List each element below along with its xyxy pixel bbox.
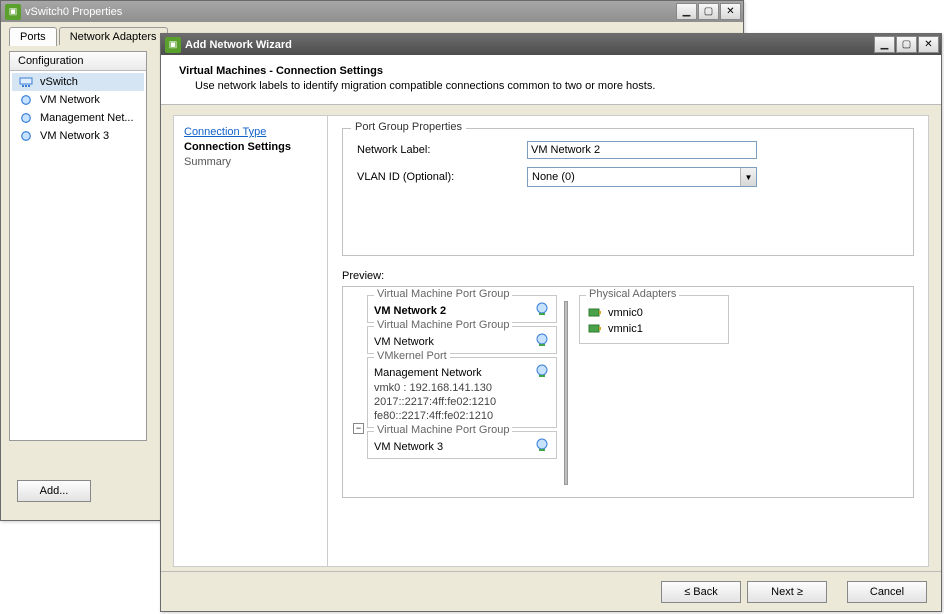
configuration-panel: Configuration vSwitch VM Network (9, 51, 147, 441)
vlan-id-select[interactable]: None (0) ▼ (527, 167, 757, 187)
configuration-header: Configuration (10, 52, 146, 71)
config-item-vm-network[interactable]: VM Network (12, 91, 144, 109)
wizard-minimize-button[interactable]: ▁ (874, 36, 895, 53)
portgroup-icon (18, 93, 34, 107)
step-connection-settings: Connection Settings (184, 141, 317, 153)
properties-maximize-button[interactable]: ▢ (698, 3, 719, 20)
vmk-address: 2017::2217:4ff:fe02:1210 (374, 395, 550, 409)
properties-minimize-button[interactable]: ▁ (676, 3, 697, 20)
tab-ports[interactable]: Ports (9, 27, 57, 46)
config-item-vswitch[interactable]: vSwitch (12, 73, 144, 91)
step-connection-type[interactable]: Connection Type (184, 126, 317, 138)
config-item-vm-network-3[interactable]: VM Network 3 (12, 127, 144, 145)
wizard-footer: ≤ Back Next ≥ Cancel (161, 571, 941, 611)
portgroup-icon (18, 111, 34, 125)
step-summary: Summary (184, 156, 317, 168)
cancel-button[interactable]: Cancel (847, 581, 927, 603)
vmk-address: fe80::2217:4ff:fe02:1210 (374, 409, 550, 423)
properties-titlebar: ▣ vSwitch0 Properties ▁ ▢ ✕ (1, 1, 743, 22)
preview-portgroups-column: Virtual Machine Port Group VM Network 2 … (367, 295, 557, 489)
wizard-page-header: Virtual Machines - Connection Settings U… (161, 55, 941, 105)
globe-icon (534, 437, 550, 453)
tab-network-adapters[interactable]: Network Adapters (59, 27, 168, 46)
wizard-page-description: Use network labels to identify migration… (179, 80, 923, 92)
port-group-legend: Port Group Properties (351, 121, 466, 133)
wizard-page-title: Virtual Machines - Connection Settings (179, 65, 923, 77)
wizard-step-list: Connection Type Connection Settings Summ… (173, 115, 328, 567)
preview-portgroup-vm-network-3: Virtual Machine Port Group VM Network 3 (367, 431, 557, 459)
globe-icon (534, 301, 550, 317)
physical-adapter-row: vmnic1 (588, 321, 720, 337)
configuration-list: vSwitch VM Network Management Net... (10, 71, 146, 147)
next-button[interactable]: Next ≥ (747, 581, 827, 603)
add-network-wizard-window: ▣ Add Network Wizard ▁ ▢ ✕ Virtual Machi… (160, 33, 942, 612)
config-item-mgmt-network[interactable]: Management Net... (12, 109, 144, 127)
back-button[interactable]: ≤ Back (661, 581, 741, 603)
preview-label: Preview: (342, 270, 914, 282)
globe-icon (534, 363, 550, 379)
wizard-content: Port Group Properties Network Label: VLA… (328, 115, 929, 567)
physical-adapter-row: vmnic0 (588, 305, 720, 321)
nic-icon (588, 323, 602, 335)
globe-icon (534, 332, 550, 348)
preview-area: − Virtual Machine Port Group VM Network … (342, 286, 914, 498)
wizard-title: Add Network Wizard (185, 39, 292, 51)
preview-adapters-column: Physical Adapters vmnic0 (579, 295, 903, 489)
vmk-address: vmk0 : 192.168.141.130 (374, 381, 550, 395)
wizard-close-button[interactable]: ✕ (918, 36, 939, 53)
portgroup-icon (18, 129, 34, 143)
vswitch-icon (18, 75, 34, 89)
network-label-input[interactable] (527, 141, 757, 159)
nic-icon (588, 307, 602, 319)
vlan-id-label: VLAN ID (Optional): (357, 171, 527, 183)
add-button[interactable]: Add... (17, 480, 91, 502)
port-group-properties-box: Port Group Properties Network Label: VLA… (342, 128, 914, 256)
network-label-label: Network Label: (357, 144, 527, 156)
preview-spine (561, 301, 571, 485)
physical-adapters-box: Physical Adapters vmnic0 (579, 295, 729, 344)
app-icon: ▣ (5, 4, 21, 20)
wizard-titlebar: ▣ Add Network Wizard ▁ ▢ ✕ (161, 34, 941, 55)
app-icon: ▣ (165, 37, 181, 53)
chevron-down-icon: ▼ (740, 168, 756, 186)
expand-toggle[interactable]: − (353, 423, 364, 434)
preview-vmkernel-mgmt: VMkernel Port Management Network vmk0 : … (367, 357, 557, 428)
wizard-maximize-button[interactable]: ▢ (896, 36, 917, 53)
properties-title: vSwitch0 Properties (25, 6, 122, 18)
properties-close-button[interactable]: ✕ (720, 3, 741, 20)
